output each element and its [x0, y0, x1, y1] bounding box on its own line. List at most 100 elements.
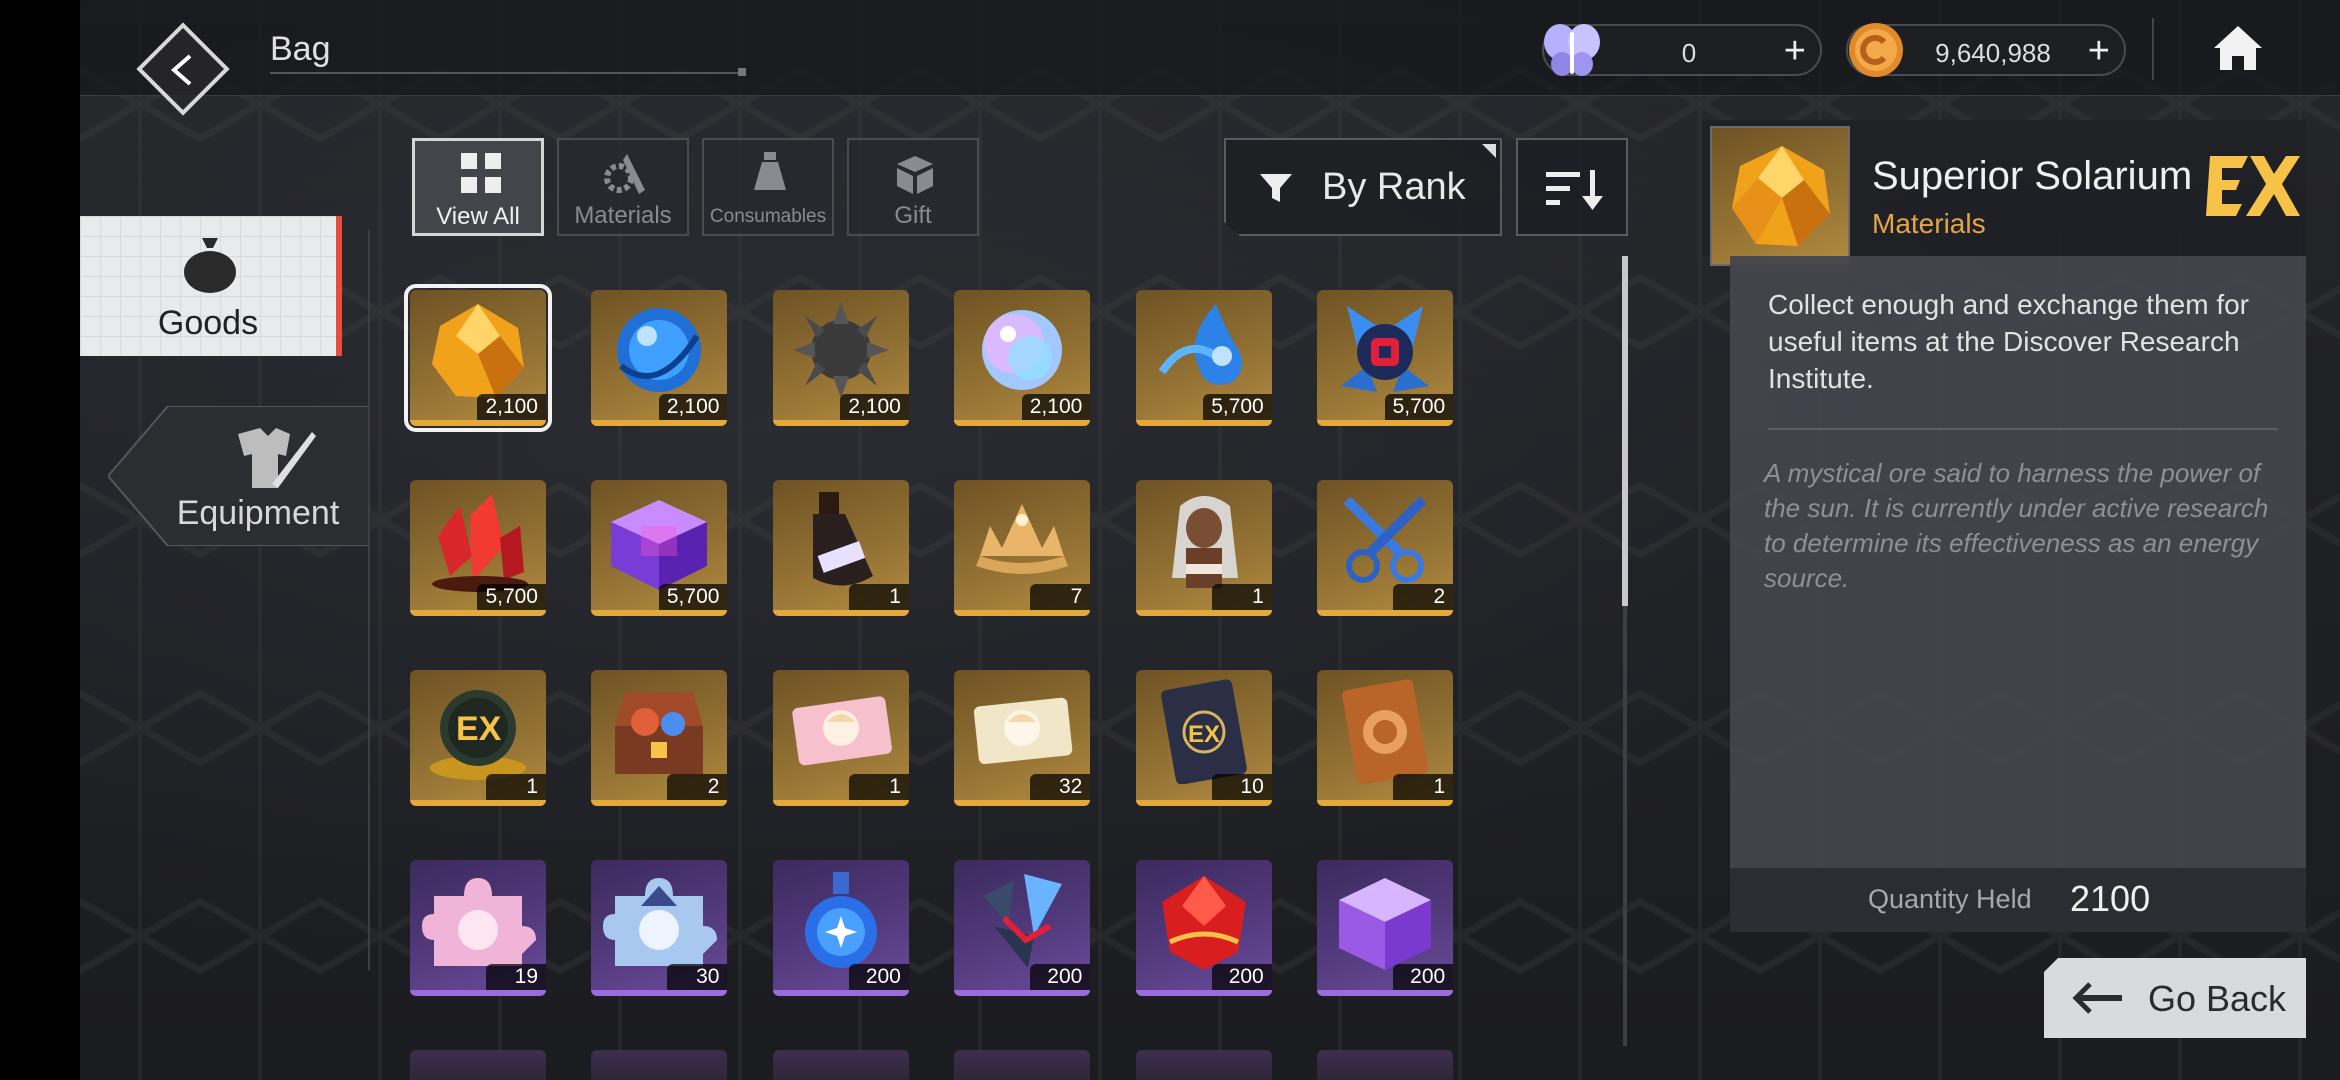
- tab-equipment[interactable]: Equipment: [108, 406, 370, 546]
- inventory-item[interactable]: 2,100: [591, 290, 728, 426]
- title-underline: [270, 68, 746, 76]
- inventory-item[interactable]: 5,700: [1135, 290, 1272, 426]
- inventory-item[interactable]: 1: [1317, 670, 1454, 806]
- inventory-item[interactable]: 32: [954, 670, 1091, 806]
- item-quantity: 7: [1030, 584, 1091, 610]
- violet-cube-icon: [1339, 878, 1432, 970]
- blue-droplet-swirl-icon: [1158, 304, 1242, 385]
- inventory-item[interactable]: 1: [772, 670, 909, 806]
- item-quantity: 5,700: [658, 584, 728, 610]
- item-quantity: 30: [667, 964, 728, 990]
- add-gold-button[interactable]: +: [2088, 30, 2110, 73]
- potion-icon: [754, 152, 786, 190]
- red-crystal-cluster-icon: [432, 494, 528, 592]
- inventory-item[interactable]: 2,100: [954, 290, 1091, 426]
- item-quantity: 5,700: [1203, 394, 1272, 420]
- inventory-item[interactable]: 1: [1135, 480, 1272, 616]
- item-quantity: 1: [1211, 584, 1272, 610]
- grid-icon: [461, 153, 501, 193]
- inventory-item[interactable]: 200: [1317, 860, 1454, 996]
- item-quantity: 1: [486, 774, 546, 800]
- quantity-held-bar: Quantity Held 2100: [1730, 868, 2306, 932]
- inventory-item-partial[interactable]: [772, 1050, 909, 1080]
- blue-scissors-icon: [1343, 496, 1427, 583]
- filter-view-all[interactable]: View All: [412, 138, 544, 236]
- filter-gift-label: Gift: [894, 202, 932, 229]
- quantity-held-label: Quantity Held: [1868, 884, 2032, 914]
- inventory-item[interactable]: 1: [772, 480, 909, 616]
- inventory-item[interactable]: 200: [1135, 860, 1272, 996]
- sort-label: By Rank: [1322, 166, 1466, 208]
- inventory-item[interactable]: 5,700: [1317, 290, 1454, 426]
- inventory-item-partial[interactable]: [1317, 1050, 1454, 1080]
- sort-order-button[interactable]: [1516, 138, 1628, 236]
- inventory-item[interactable]: EX 10: [1135, 670, 1272, 806]
- sort-descending-icon: [1546, 170, 1603, 210]
- filter-materials[interactable]: Materials: [557, 138, 689, 236]
- armor-sword-icon: [238, 428, 316, 488]
- tab-goods[interactable]: Goods: [80, 216, 342, 356]
- golden-tiara-icon: [976, 504, 1069, 574]
- inventory-item[interactable]: 30: [591, 860, 728, 996]
- filter-funnel-icon: [1260, 174, 1292, 202]
- inventory-item[interactable]: 7: [954, 480, 1091, 616]
- pink-ticket-icon: [792, 696, 892, 766]
- inventory-item[interactable]: 200: [772, 860, 909, 996]
- gold-currency: 9,640,988 +: [1846, 23, 2126, 77]
- filter-view-all-label: View All: [436, 203, 520, 230]
- blue-crystal-sphere-icon: [617, 308, 702, 392]
- elf-character-icon: [1171, 496, 1238, 588]
- item-quantity: 2,100: [477, 394, 546, 420]
- back-button[interactable]: [136, 22, 232, 118]
- dropdown-corner-icon: [1482, 144, 1496, 158]
- go-back-label: Go Back: [2148, 978, 2287, 1019]
- add-butterfly-button[interactable]: +: [1784, 30, 1806, 73]
- sort-by-rank-button[interactable]: By Rank: [1224, 138, 1502, 236]
- ex-orb-icon: EX: [430, 690, 526, 780]
- inventory-item[interactable]: 19: [410, 860, 546, 996]
- item-quantity: 2,100: [840, 394, 909, 420]
- inventory-item[interactable]: 5,700: [591, 480, 728, 616]
- inventory-item[interactable]: 2: [1317, 480, 1454, 616]
- item-quantity: 2: [667, 774, 728, 800]
- blue-flask-icon: [804, 872, 877, 968]
- page-title: Bag: [270, 30, 331, 68]
- tab-equipment-label: Equipment: [176, 494, 340, 532]
- cream-ticket-icon: [974, 697, 1073, 765]
- gold-coin-icon: [1849, 23, 1903, 77]
- go-back-button[interactable]: Go Back: [2044, 958, 2306, 1038]
- inventory-item-partial[interactable]: [410, 1050, 546, 1080]
- item-lore: A mystical ore said to harness the power…: [1764, 458, 2269, 593]
- inventory-item[interactable]: 200: [954, 860, 1091, 996]
- item-quantity: 1: [848, 584, 909, 610]
- iridescent-orb-icon: [982, 310, 1063, 390]
- inventory-item[interactable]: 5,700: [410, 480, 546, 616]
- sidebar-divider: [368, 230, 370, 970]
- item-quantity: 2,100: [1021, 394, 1091, 420]
- inventory-item-partial[interactable]: [1135, 1050, 1272, 1080]
- red-gem-icon: [1161, 876, 1246, 970]
- filter-consumables[interactable]: Consumables: [702, 138, 834, 236]
- item-quantity: 32: [1030, 774, 1091, 800]
- item-name: Superior Solarium: [1872, 154, 2193, 198]
- filter-gift[interactable]: Gift: [847, 138, 979, 236]
- arrow-left-icon: [2072, 982, 2122, 1014]
- inventory-item-partial[interactable]: [591, 1050, 728, 1080]
- inventory-item[interactable]: 2,100: [404, 284, 552, 432]
- home-icon[interactable]: [2210, 20, 2266, 76]
- bag-screen: Bag 0 + 9,640,988 + Goods Equipment View…: [80, 0, 2340, 1080]
- inventory-item[interactable]: 2: [591, 670, 728, 806]
- purple-cube-icon: [611, 500, 708, 590]
- potion-bottle-icon: [812, 492, 873, 586]
- item-quantity: 1: [1393, 774, 1454, 800]
- inventory-item[interactable]: EX 1: [410, 670, 546, 806]
- top-divider: [2152, 18, 2154, 80]
- back-arrow-icon: [170, 54, 192, 86]
- butterfly-icon: [1544, 24, 1600, 76]
- grid-scrollbar-thumb[interactable]: [1622, 256, 1628, 606]
- top-bar: Bag 0 + 9,640,988 +: [80, 0, 2340, 116]
- item-detail-panel: Superior Solarium Materials Collect enou…: [1702, 120, 2306, 932]
- inventory-item-partial[interactable]: [954, 1050, 1091, 1080]
- butterfly-count: 0: [1681, 38, 1697, 68]
- inventory-item[interactable]: 2,100: [772, 290, 909, 426]
